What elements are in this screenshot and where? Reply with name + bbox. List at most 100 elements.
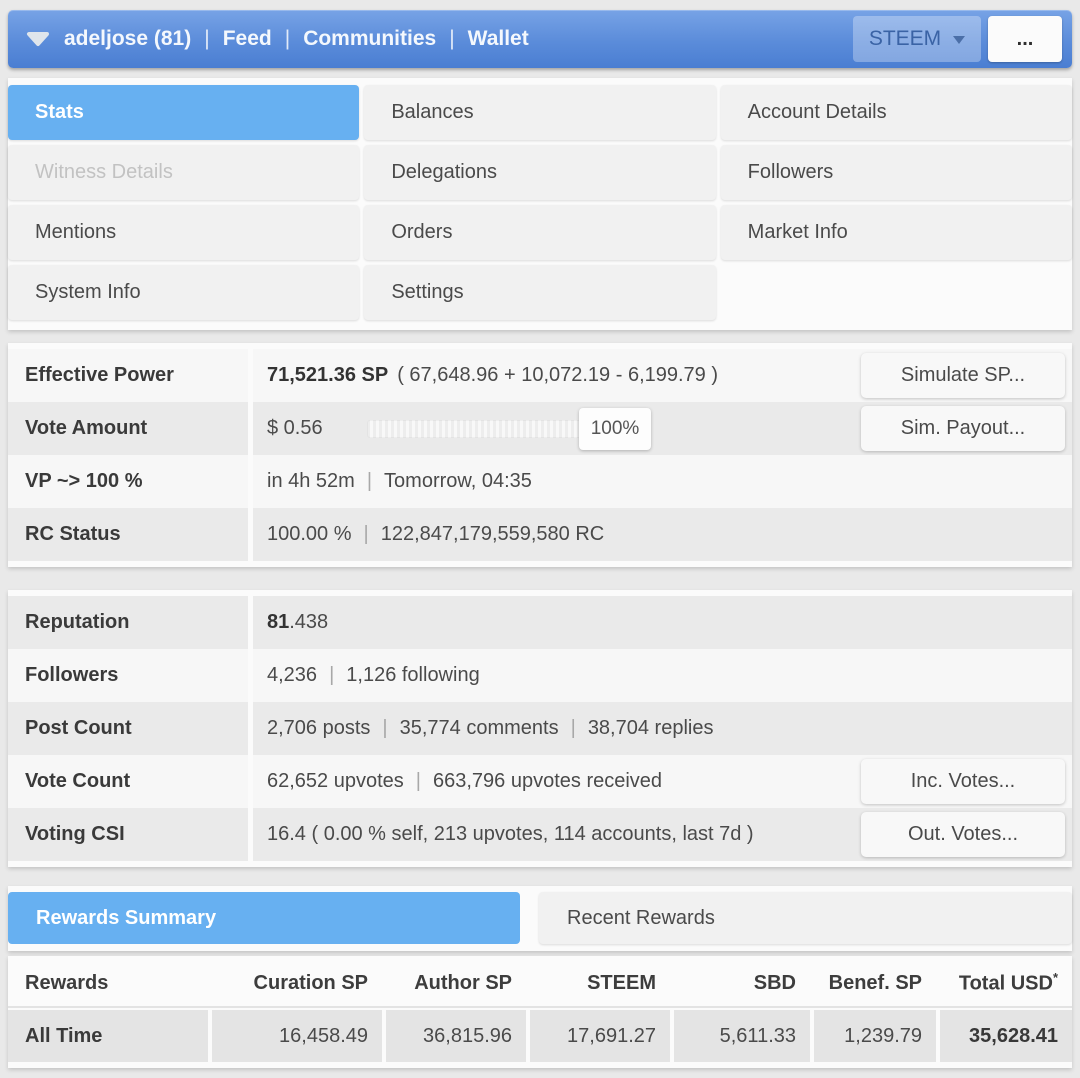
vote-weight-slider[interactable] — [367, 419, 593, 438]
reputation-integer: 81 — [267, 611, 290, 633]
stat-label-post-count: Post Count — [8, 702, 248, 755]
sim-payout-button[interactable]: Sim. Payout... — [861, 406, 1065, 451]
nav-feed[interactable]: Feed — [223, 27, 272, 51]
cell-period: All Time — [8, 1010, 208, 1062]
vote-weight-percent-badge: 100% — [579, 407, 651, 450]
tab-orders[interactable]: Orders — [364, 205, 716, 260]
value-separator: | — [366, 470, 373, 492]
dropdown-caret-icon — [953, 36, 966, 44]
stat-label-vp-recharge: VP ~> 100 % — [8, 455, 248, 508]
vp-recharge-time: Tomorrow, 04:35 — [384, 470, 532, 492]
col-header-total-usd: Total USD* — [940, 970, 1072, 996]
nav-separator: | — [284, 27, 291, 50]
stat-row-vote-amount: Vote Amount $ 0.56 100% Sim. Payout... — [8, 402, 1072, 455]
stat-label-effective-power: Effective Power — [8, 349, 248, 402]
nav-separator: | — [204, 27, 210, 50]
cell-steem: 17,691.27 — [530, 1010, 670, 1062]
account-username[interactable]: adeljose (81) — [64, 27, 191, 51]
more-options-button[interactable]: ... — [988, 16, 1062, 62]
account-tabs-panel: Stats Balances Account Details Witness D… — [8, 78, 1072, 330]
cell-benef-sp: 1,239.79 — [814, 1010, 936, 1062]
stat-row-rc-status: RC Status 100.00 % | 122,847,179,559,580… — [8, 508, 1072, 561]
rewards-table-panel: Rewards Curation SP Author SP STEEM SBD … — [8, 956, 1072, 1068]
nav-wallet[interactable]: Wallet — [468, 27, 529, 51]
effective-power-breakdown: ( 67,648.96 + 10,072.19 - 6,199.79 ) — [397, 364, 719, 386]
cell-author-sp: 36,815.96 — [386, 1010, 526, 1062]
rc-mana: 122,847,179,559,580 RC — [380, 523, 605, 545]
stat-row-voting-csi: Voting CSI 16.4 ( 0.00 % self, 213 upvot… — [8, 808, 1072, 861]
tab-witness-details: Witness Details — [8, 145, 360, 200]
nav-separator: | — [449, 27, 455, 50]
collapse-caret-icon[interactable] — [26, 31, 50, 47]
stat-row-reputation: Reputation 81 .438 — [8, 596, 1072, 649]
stat-row-effective-power: Effective Power 71,521.36 SP ( 67,648.96… — [8, 349, 1072, 402]
tab-system-info[interactable]: System Info — [8, 265, 360, 320]
value-separator: | — [570, 717, 576, 739]
rewards-tabs-panel: Rewards Summary Recent Rewards — [8, 886, 1072, 951]
stat-label-vote-count: Vote Count — [8, 755, 248, 808]
following-count: 1,126 following — [346, 664, 480, 686]
stat-row-vote-count: Vote Count 62,652 upvotes | 663,796 upvo… — [8, 755, 1072, 808]
tab-account-details[interactable]: Account Details — [720, 85, 1072, 140]
tab-delegations[interactable]: Delegations — [364, 145, 716, 200]
tab-mentions[interactable]: Mentions — [8, 205, 360, 260]
stat-label-followers: Followers — [8, 649, 248, 702]
comments-count: 35,774 comments — [399, 717, 559, 739]
stat-label-rc-status: RC Status — [8, 508, 248, 561]
rewards-table-header: Rewards Curation SP Author SP STEEM SBD … — [8, 960, 1072, 1008]
stat-label-reputation: Reputation — [8, 596, 248, 649]
header-actions: STEEM ... — [853, 16, 1062, 62]
tab-rewards-summary[interactable]: Rewards Summary — [8, 892, 520, 944]
upvotes-received-count: 663,796 upvotes received — [432, 770, 663, 792]
tab-recent-rewards[interactable]: Recent Rewards — [539, 892, 1072, 944]
tab-balances[interactable]: Balances — [364, 85, 716, 140]
value-separator: | — [329, 664, 335, 686]
reputation-decimals: .438 — [289, 611, 329, 633]
account-header-bar: adeljose (81) | Feed | Communities | Wal… — [8, 10, 1072, 68]
col-header-benef-sp: Benef. SP — [828, 971, 922, 994]
col-header-rewards: Rewards — [25, 971, 109, 994]
stat-row-post-count: Post Count 2,706 posts | 35,774 comments… — [8, 702, 1072, 755]
power-stats-panel: Effective Power 71,521.36 SP ( 67,648.96… — [8, 343, 1072, 567]
tab-stats[interactable]: Stats — [8, 85, 360, 140]
upvotes-given-count: 62,652 upvotes — [267, 770, 404, 792]
outgoing-votes-button[interactable]: Out. Votes... — [861, 812, 1065, 857]
col-header-sbd: SBD — [753, 971, 796, 994]
tab-followers[interactable]: Followers — [720, 145, 1072, 200]
account-stats-panel: Reputation 81 .438 Followers 4,236 | 1,1… — [8, 590, 1072, 867]
tab-market-info[interactable]: Market Info — [720, 205, 1072, 260]
stat-label-voting-csi: Voting CSI — [8, 808, 248, 861]
col-header-curation-sp: Curation SP — [253, 971, 368, 994]
cell-sbd: 5,611.33 — [674, 1010, 810, 1062]
value-separator: | — [382, 717, 388, 739]
stat-label-vote-amount: Vote Amount — [8, 402, 248, 455]
rc-percent: 100.00 % — [267, 523, 352, 545]
cell-total-usd: 35,628.41 — [940, 1010, 1072, 1062]
coin-select-label: STEEM — [868, 27, 942, 50]
posts-count: 2,706 posts — [267, 717, 371, 739]
followers-count: 4,236 — [267, 664, 318, 686]
replies-count: 38,704 replies — [587, 717, 714, 739]
cell-curation-sp: 16,458.49 — [212, 1010, 382, 1062]
stat-value-post-count: 2,706 posts | 35,774 comments | 38,704 r… — [253, 702, 1072, 755]
tab-settings[interactable]: Settings — [364, 265, 716, 320]
stat-row-followers: Followers 4,236 | 1,126 following — [8, 649, 1072, 702]
voting-csi-value: 16.4 ( 0.00 % self, 213 upvotes, 114 acc… — [267, 823, 754, 845]
stat-value-reputation: 81 .438 — [253, 596, 1072, 649]
simulate-sp-button[interactable]: Simulate SP... — [861, 353, 1065, 398]
nav-communities[interactable]: Communities — [303, 27, 436, 51]
stat-value-followers: 4,236 | 1,126 following — [253, 649, 1072, 702]
tab-grid-empty-cell — [721, 265, 1072, 320]
col-header-author-sp: Author SP — [414, 971, 512, 994]
value-separator: | — [363, 523, 369, 545]
effective-power-value: 71,521.36 SP — [267, 364, 389, 386]
stat-value-rc-status: 100.00 % | 122,847,179,559,580 RC — [253, 508, 1072, 561]
incoming-votes-button[interactable]: Inc. Votes... — [861, 759, 1065, 804]
rewards-table-row-all-time: All Time 16,458.49 36,815.96 17,691.27 5… — [8, 1010, 1072, 1062]
vote-amount-value: $ 0.56 — [267, 417, 323, 439]
coin-select-dropdown[interactable]: STEEM — [853, 16, 981, 62]
stat-value-vp-recharge: in 4h 52m | Tomorrow, 04:35 — [253, 455, 1072, 508]
footnote-asterisk: * — [1052, 970, 1058, 986]
col-header-steem: STEEM — [587, 971, 656, 994]
value-separator: | — [415, 770, 421, 792]
